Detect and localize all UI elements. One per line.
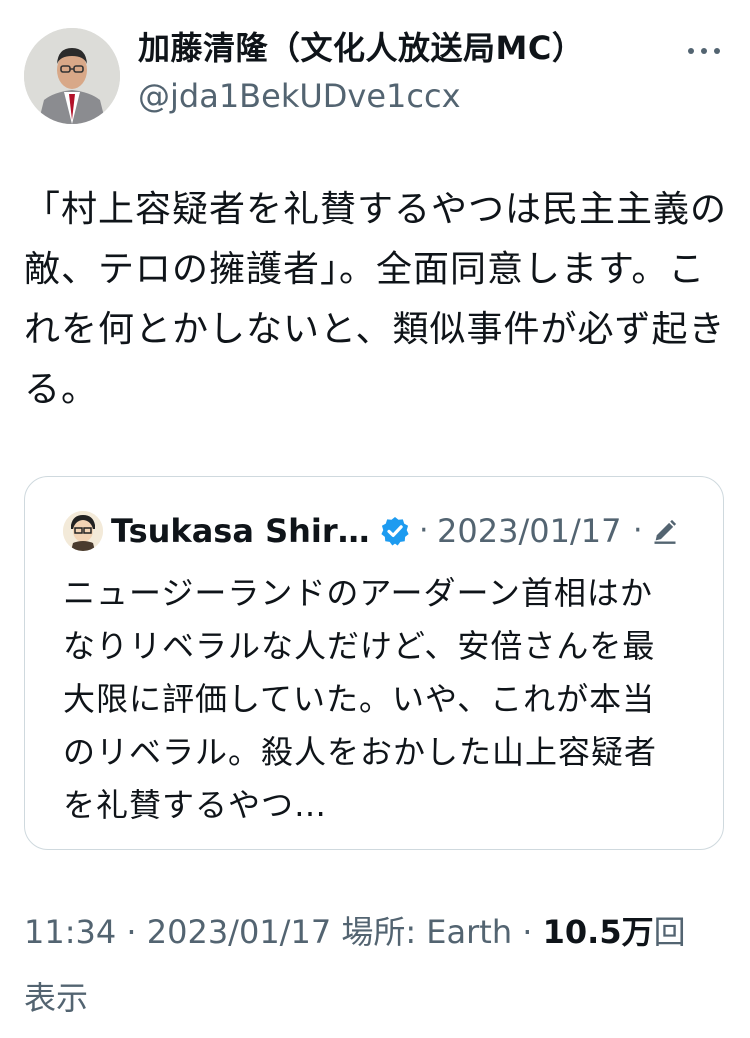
edit-pencil-icon [654, 519, 677, 544]
tweet-location: 場所: Earth [341, 913, 513, 951]
author-avatar[interactable] [24, 28, 120, 124]
person-icon [24, 28, 120, 124]
view-count-label: 表示 [24, 979, 89, 1017]
tweet-header: 加藤清隆（文化人放送局MC） @jda1BekUDve1ccx [24, 24, 726, 128]
more-horizontal-icon[interactable] [686, 44, 722, 58]
author-name[interactable]: 加藤清隆（文化人放送局MC） [138, 26, 584, 70]
tweet-metadata: 11:34 · 2023/01/17 場所: Earth · 10.5万回 [24, 904, 686, 960]
verified-badge-icon [381, 517, 409, 546]
quoted-author-avatar[interactable] [63, 511, 103, 551]
quoted-tweet-header: Tsukasa Shir… · 2023/01/17 · [63, 509, 703, 553]
meta-separator-2: · [512, 913, 543, 951]
quoted-tweet-card[interactable]: Tsukasa Shir… · 2023/01/17 · ニュージーランドのアー… [24, 476, 724, 850]
quoted-author-name[interactable]: Tsukasa Shir… [111, 509, 370, 553]
view-count-suffix: 回 [653, 913, 686, 951]
cartoon-avatar-icon [63, 511, 103, 551]
meta-separator: · [116, 913, 147, 951]
tweet-time[interactable]: 11:34 [24, 913, 116, 951]
view-count[interactable]: 10.5万 [543, 913, 654, 951]
quoted-separator-2: · [633, 513, 643, 548]
author-handle[interactable]: @jda1BekUDve1ccx [138, 74, 461, 118]
tweet-date[interactable]: 2023/01/17 [147, 913, 331, 951]
tweet-body-text: 「村上容疑者を礼賛するやつは民主主義の敵、テロの擁護者」。全面同意します。これを… [24, 189, 728, 410]
quoted-tweet-text: ニュージーランドのアーダーン首相はかなりリベラルな人だけど、安倍さんを最大限に評… [63, 574, 658, 824]
quoted-tweet-date[interactable]: 2023/01/17 [437, 509, 621, 553]
quoted-separator: · [419, 513, 429, 548]
